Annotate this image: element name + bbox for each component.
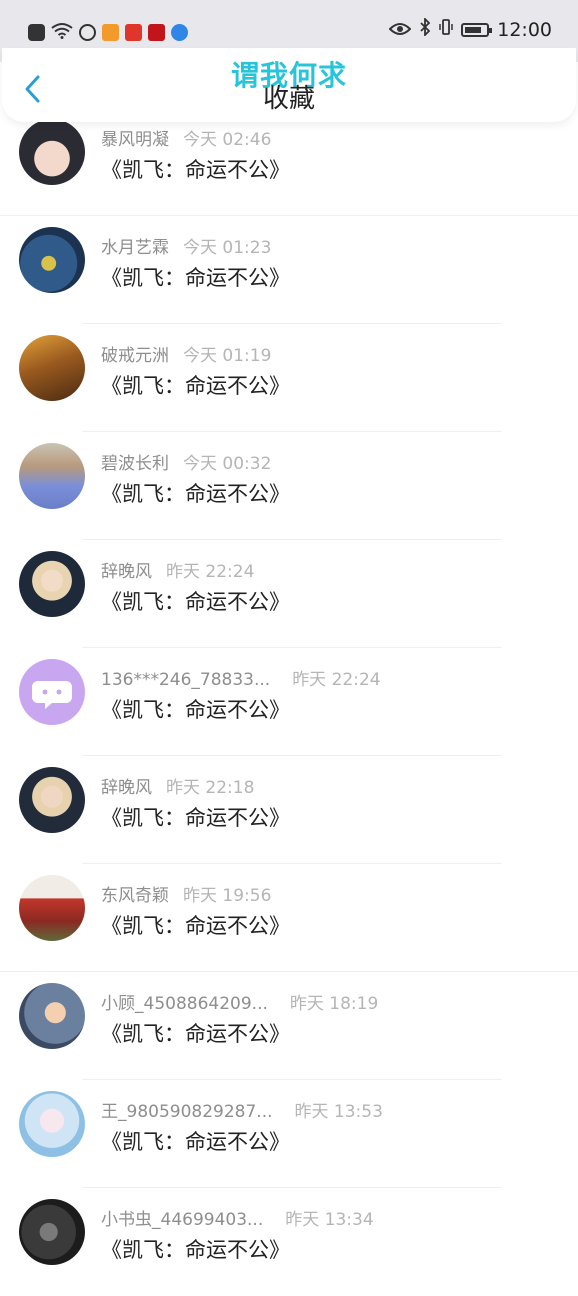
avatar[interactable] (19, 1091, 85, 1157)
header-bar: 谓我何求 收藏 (2, 48, 576, 122)
battery-icon (461, 22, 493, 37)
red-app-icon (125, 24, 142, 41)
k-app-icon (79, 24, 96, 41)
list-item[interactable]: 东风奇颖 昨天 19:56 《凯飞：命运不公》 (0, 864, 578, 972)
page-title: 收藏 (262, 84, 315, 114)
work-title[interactable]: 《凯飞：命运不公》 (101, 802, 290, 832)
avatar[interactable] (19, 443, 85, 509)
user-name[interactable]: 水月艺霖 (101, 238, 169, 258)
user-name[interactable]: 136***246_78833... (101, 670, 270, 690)
timestamp: 昨天 13:34 (285, 1210, 374, 1230)
work-title[interactable]: 《凯飞：命运不公》 (101, 370, 290, 400)
list-item[interactable]: 破戒元洲 今天 01:19 《凯飞：命运不公》 (0, 324, 578, 432)
work-title[interactable]: 《凯飞：命运不公》 (101, 1234, 290, 1264)
list-item[interactable]: 暴风明凝 今天 02:46 《凯飞：命运不公》 (0, 108, 578, 216)
notification-icons (28, 22, 188, 43)
user-name[interactable]: 辞晚风 (101, 778, 152, 798)
work-title[interactable]: 《凯飞：命运不公》 (101, 1126, 290, 1156)
timestamp: 今天 02:46 (183, 130, 272, 150)
status-time: 12:00 (497, 18, 552, 41)
timestamp: 今天 00:32 (183, 454, 272, 474)
user-name[interactable]: 碧波长利 (101, 454, 169, 474)
wifi-icon (51, 22, 73, 43)
bluetooth-icon (419, 16, 431, 41)
timestamp: 昨天 22:24 (292, 670, 381, 690)
list-item[interactable]: 辞晚风 昨天 22:18 《凯飞：命运不公》 (0, 756, 578, 864)
user-name[interactable]: 小顾_4508864209... (101, 994, 268, 1014)
avatar[interactable] (19, 983, 85, 1049)
timestamp: 今天 01:23 (183, 238, 272, 258)
list-item[interactable]: 小顾_4508864209... 昨天 18:19 《凯飞：命运不公》 (0, 972, 578, 1080)
user-name[interactable]: 东风奇颖 (101, 886, 169, 906)
list-item[interactable]: 辞晚风 昨天 22:24 《凯飞：命运不公》 (0, 540, 578, 648)
music-app-icon (148, 24, 165, 41)
user-name[interactable]: 小书虫_44699403... (101, 1210, 263, 1230)
avatar[interactable] (19, 119, 85, 185)
work-title[interactable]: 《凯飞：命运不公》 (101, 478, 290, 508)
blue-app-icon (171, 24, 188, 41)
user-name[interactable]: 暴风明凝 (101, 130, 169, 150)
work-title[interactable]: 《凯飞：命运不公》 (101, 910, 290, 940)
eye-icon (388, 19, 412, 41)
user-name[interactable]: 辞晚风 (101, 562, 152, 582)
avatar[interactable] (19, 335, 85, 401)
vibrate-icon (439, 18, 453, 41)
avatar[interactable] (19, 875, 85, 941)
timestamp: 昨天 18:19 (289, 994, 379, 1014)
default-avatar[interactable] (19, 659, 85, 725)
timestamp: 昨天 22:18 (166, 778, 255, 798)
favorites-list: 暴风明凝 今天 02:46 《凯飞：命运不公》 水月艺霖 今天 01:23 《凯飞：… (0, 108, 578, 1296)
work-title[interactable]: 《凯飞：命运不公》 (101, 262, 290, 292)
user-name[interactable]: 破戒元洲 (101, 346, 169, 366)
work-title[interactable]: 《凯飞：命运不公》 (101, 154, 290, 184)
list-item[interactable]: 水月艺霖 今天 01:23 《凯飞：命运不公》 (0, 216, 578, 324)
play-app-icon (102, 24, 119, 41)
list-item[interactable]: 碧波长利 今天 00:32 《凯飞：命运不公》 (0, 432, 578, 540)
avatar[interactable] (19, 1199, 85, 1265)
timestamp: 昨天 13:53 (294, 1102, 383, 1122)
work-title[interactable]: 《凯飞：命运不公》 (101, 694, 290, 724)
avatar[interactable] (19, 767, 85, 833)
list-item[interactable]: 136***246_78833... 昨天 22:24 《凯飞：命运不公》 (0, 648, 578, 756)
system-icons: 12:00 (388, 16, 552, 41)
list-item[interactable]: 王_980590829287... 昨天 13:53 《凯飞：命运不公》 (0, 1080, 578, 1188)
timestamp: 昨天 22:24 (166, 562, 255, 582)
alert-icon (28, 24, 45, 41)
timestamp: 昨天 19:56 (183, 886, 272, 906)
user-name[interactable]: 王_980590829287... (101, 1102, 273, 1122)
work-title[interactable]: 《凯飞：命运不公》 (101, 586, 290, 616)
avatar[interactable] (19, 551, 85, 617)
avatar[interactable] (19, 227, 85, 293)
timestamp: 今天 01:19 (183, 346, 272, 366)
chat-bubble-icon (32, 681, 72, 709)
work-title[interactable]: 《凯飞：命运不公》 (101, 1018, 290, 1048)
